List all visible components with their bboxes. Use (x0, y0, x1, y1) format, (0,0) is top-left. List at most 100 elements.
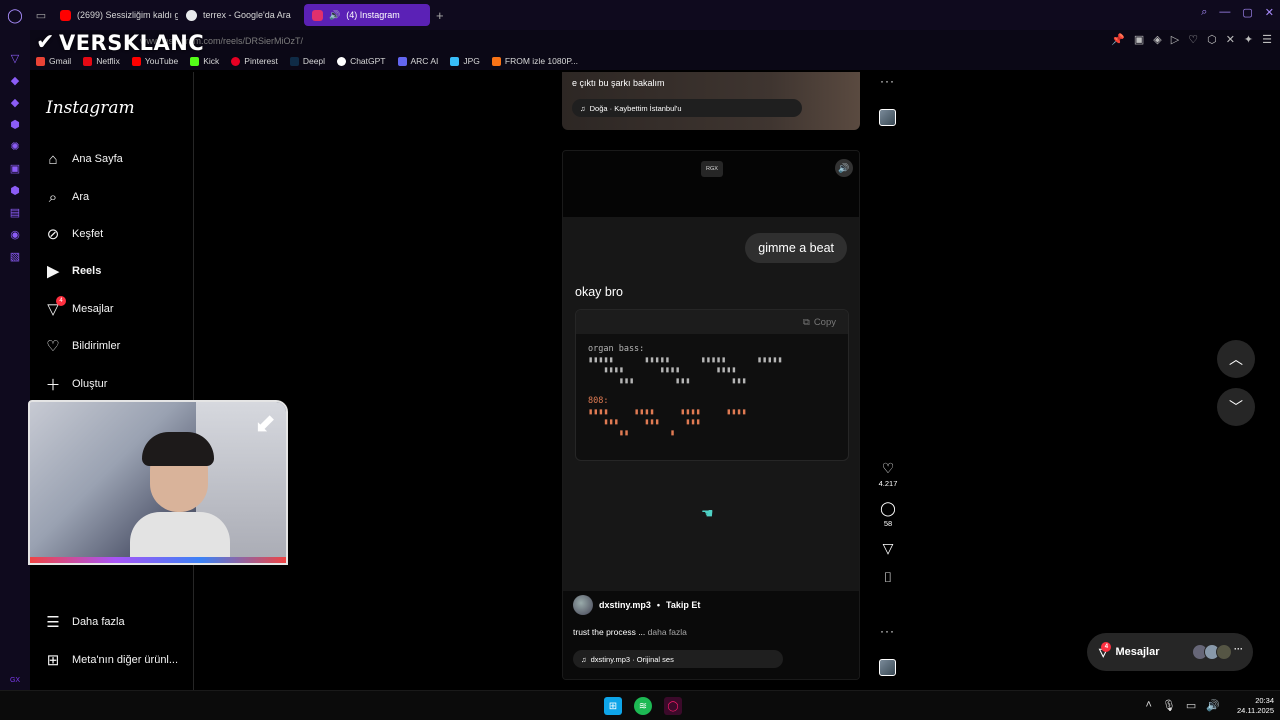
pin-icon[interactable]: 📌 (1111, 33, 1125, 46)
new-tab-button[interactable]: + (436, 8, 444, 23)
close-button[interactable]: ✕ (1265, 6, 1274, 19)
snapshot-icon[interactable]: ▣ (1134, 33, 1144, 46)
gmail-icon (36, 56, 45, 66)
gx-icon[interactable]: ✕ (1226, 33, 1235, 46)
nav-messages[interactable]: ▽ 4 Mesajlar (44, 296, 114, 318)
previous-reel-audio[interactable]: ♫ Doğa · Kaybettim İstanbul'u (572, 99, 802, 117)
bookmark-arc-ai[interactable]: ARC AI (397, 56, 438, 66)
sidebar-app-icon[interactable]: ◆ (11, 96, 19, 109)
reel-description: trust the process ... daha fazla (573, 627, 687, 637)
comment-action[interactable]: ◯ 58 (880, 500, 896, 528)
vpn-icon[interactable]: ✦ (1244, 33, 1253, 46)
opera-logo-icon[interactable]: ◯ (0, 0, 30, 30)
reel-audio[interactable]: ♫ dxstiny.mp3 · Orijinal ses (573, 650, 783, 668)
sidebar-app-icon[interactable]: ⬢ (10, 118, 20, 131)
nav-more[interactable]: ☰ Daha fazla (44, 613, 125, 631)
bookmark-jpg[interactable]: JPG (450, 56, 480, 66)
taskbar-clock[interactable]: 20:34 24.11.2025 (1237, 696, 1274, 716)
previous-reel-more-icon[interactable]: ··· (880, 74, 895, 88)
sidebar-app-icon[interactable]: ▧ (10, 250, 20, 263)
music-note-icon: ♫ (580, 103, 586, 113)
comment-icon[interactable]: ◯ (880, 500, 896, 517)
avatar[interactable] (573, 595, 593, 615)
messages-pill[interactable]: ▽ 4 Mesajlar ··· (1087, 633, 1253, 671)
sidebar-app-icon[interactable]: ▤ (10, 206, 20, 219)
menu-icon[interactable]: ☰ (1262, 33, 1272, 46)
address-bar-icons: 📌 ▣ ◈ ▷ ♡ ⬡ ✕ ✦ ☰ (1111, 33, 1272, 46)
save-action[interactable]: ⌷ (884, 569, 892, 586)
bookmark-netflix[interactable]: Netflix (83, 56, 120, 66)
gx-corner-icon[interactable]: GX (10, 677, 20, 684)
previous-reel[interactable]: e çıktı bu şarkı bakalım ♫ Doğa · Kaybet… (562, 72, 860, 130)
sidebar-app-icon[interactable]: ◆ (11, 74, 19, 87)
arc-ai-icon (397, 56, 407, 66)
spotify-icon[interactable]: ≋ (634, 697, 652, 715)
minimize-button[interactable]: — (1219, 6, 1230, 19)
microphone-icon[interactable]: 🎙 (1162, 699, 1176, 712)
nav-home[interactable]: ⌂ Ana Sayfa (44, 150, 122, 168)
heart-icon[interactable]: ♡ (1188, 33, 1198, 46)
previous-audio-thumbnail[interactable] (879, 109, 896, 126)
bookmark-label: JPG (463, 56, 480, 66)
clock-date: 24.11.2025 (1237, 706, 1274, 715)
heart-icon[interactable]: ♡ (882, 460, 895, 477)
clock-time: 20:34 (1255, 696, 1274, 705)
bookmark-label: Pinterest (244, 56, 278, 66)
audio-thumbnail[interactable] (879, 659, 896, 676)
gx-control-icon[interactable]: ▽ (11, 52, 19, 65)
bookmark-pinterest[interactable]: Pinterest (231, 56, 278, 66)
send-icon[interactable]: ▽ (883, 540, 894, 557)
speaker-icon: 🔊 (329, 9, 341, 20)
share-action[interactable]: ▽ (883, 540, 894, 557)
hamburger-icon: ☰ (46, 614, 60, 631)
player-icon[interactable]: ▷ (1171, 33, 1179, 46)
opera-gx-icon[interactable]: ◯ (664, 697, 682, 715)
nav-notifications[interactable]: ♡ Bildirimler (44, 337, 120, 355)
shield-icon[interactable]: ◈ (1153, 33, 1161, 46)
tab-label: (4) Instagram (346, 10, 400, 20)
tab-overview-icon[interactable]: ▭ (30, 9, 52, 22)
chatgpt-sidebar-icon[interactable]: ✺ (10, 140, 19, 153)
bookmark-label: FROM izle 1080P... (504, 56, 578, 66)
bookmark-kick[interactable]: Kick (190, 56, 219, 66)
bookmark-gmail[interactable]: Gmail (36, 56, 71, 66)
sidebar-app-icon[interactable]: ⬢ (10, 184, 20, 197)
messages-avatars: ··· (1192, 644, 1243, 660)
sidebar-app-icon[interactable]: ◉ (10, 228, 20, 241)
reel-more-icon[interactable]: ··· (880, 624, 895, 638)
instagram-logo[interactable]: Instagram (46, 98, 135, 118)
audio-label: Doğa · Kaybettim İstanbul'u (589, 103, 682, 113)
network-icon[interactable]: ▭ (1186, 699, 1196, 712)
tab-instagram[interactable]: 🔊 (4) Instagram (304, 4, 430, 26)
author-username[interactable]: dxstiny.mp3 (599, 600, 651, 610)
extension-icon[interactable]: ⬡ (1207, 33, 1217, 46)
nav-label: Daha fazla (72, 616, 125, 628)
next-reel-button[interactable]: ﹀ (1217, 388, 1255, 426)
nav-create[interactable]: ＋ Oluştur (44, 375, 107, 394)
more-link[interactable]: daha fazla (648, 627, 687, 637)
current-reel[interactable]: RGX 🔊 gimme a beat okay bro ⧉ Copy organ… (562, 150, 860, 680)
like-action[interactable]: ♡ 4.217 (879, 460, 898, 488)
nav-search[interactable]: ⌕ Ara (44, 188, 89, 206)
volume-icon[interactable]: 🔊 (1206, 699, 1220, 712)
bookmark-deepl[interactable]: Deepl (289, 56, 325, 66)
bookmark-from-izle[interactable]: FROM izle 1080P... (491, 56, 578, 66)
tab-youtube[interactable]: (2699) Sessizliğim kaldı g (52, 4, 178, 26)
follow-button[interactable]: Takip Et (666, 600, 700, 610)
volume-icon[interactable]: 🔊 (835, 159, 853, 177)
bookmark-chatgpt[interactable]: ChatGPT (337, 56, 386, 66)
twitch-icon[interactable]: ▣ (10, 162, 20, 175)
cursor-icon: ☚ (701, 505, 714, 521)
reel-author[interactable]: dxstiny.mp3 • Takip Et (573, 595, 700, 615)
windows-start-icon[interactable]: ⊞ (604, 697, 622, 715)
previous-reel-button[interactable]: ︿ (1217, 340, 1255, 378)
nav-meta[interactable]: ⊞ Meta'nın diğer ürünl... (44, 651, 178, 669)
bookmark-youtube[interactable]: YouTube (131, 56, 178, 66)
tab-google[interactable]: terrex - Google'da Ara (178, 4, 304, 26)
search-tabs-icon[interactable]: ⌕ (1201, 6, 1207, 19)
nav-explore[interactable]: ⊘ Keşfet (44, 225, 103, 243)
bookmark-icon[interactable]: ⌷ (884, 569, 892, 586)
nav-reels[interactable]: ▶ Reels (44, 262, 101, 280)
chevron-up-icon[interactable]: ˄ (1145, 699, 1151, 712)
maximize-button[interactable]: ▢ (1242, 6, 1252, 19)
